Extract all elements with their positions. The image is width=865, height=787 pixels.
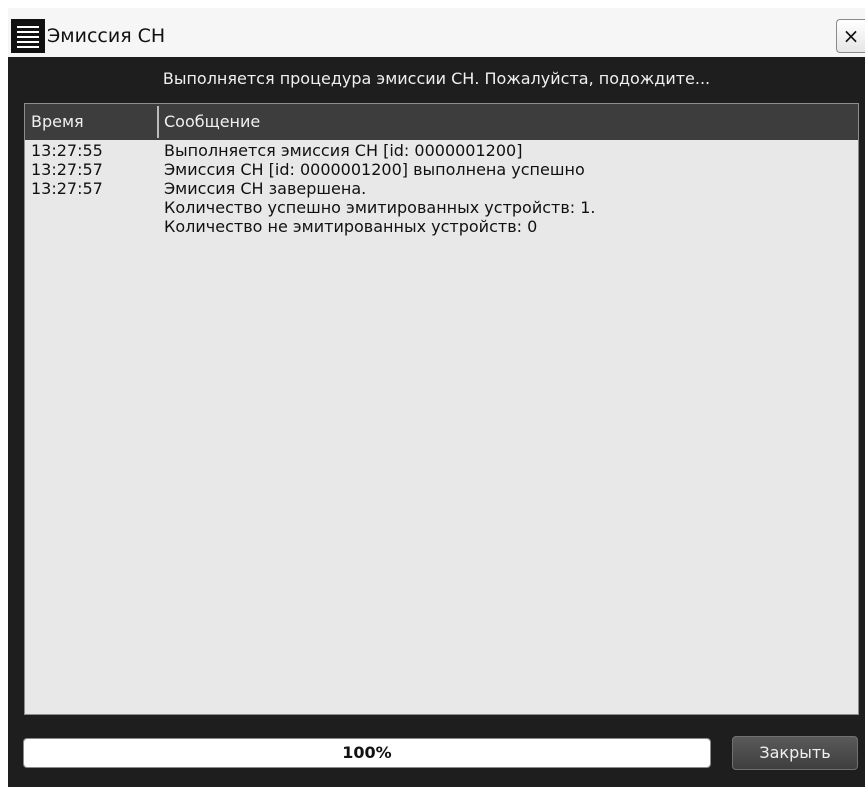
column-divider[interactable] xyxy=(157,106,159,138)
table-row[interactable]: 13:27:57 Эмиссия СН [id: 0000001200] вып… xyxy=(25,160,858,179)
window-title: Эмиссия СН xyxy=(47,25,166,47)
column-header-time[interactable]: Время xyxy=(31,104,84,140)
row-time: 13:27:57 xyxy=(31,160,103,179)
column-header-message[interactable]: Сообщение xyxy=(164,104,260,140)
log-rows: 13:27:55 Выполняется эмиссия СН [id: 000… xyxy=(25,141,858,236)
row-time: 13:27:57 xyxy=(31,179,103,198)
progress-bar: 100% xyxy=(23,738,711,768)
status-message: Выполняется процедура эмиссии СН. Пожалу… xyxy=(162,69,711,88)
row-message: Выполняется эмиссия СН [id: 0000001200] xyxy=(164,141,523,160)
log-table: Время Сообщение 13:27:55 Выполняется эми… xyxy=(24,103,859,715)
table-row[interactable]: 13:27:55 Выполняется эмиссия СН [id: 000… xyxy=(25,141,858,160)
table-row[interactable]: 13:27:57 Эмиссия СН завершена. Количеств… xyxy=(25,179,858,236)
close-button[interactable]: Закрыть xyxy=(732,736,858,770)
log-table-header: Время Сообщение xyxy=(25,104,858,140)
close-icon[interactable]: × xyxy=(836,19,865,53)
row-message: Эмиссия СН [id: 0000001200] выполнена ус… xyxy=(164,160,585,179)
progress-label: 100% xyxy=(342,743,392,762)
row-time: 13:27:55 xyxy=(31,141,103,160)
hamburger-menu-icon[interactable] xyxy=(11,19,45,53)
emission-dialog: Эмиссия СН × Выполняется процедура эмисс… xyxy=(8,8,865,787)
row-message: Эмиссия СН завершена. Количество успешно… xyxy=(164,179,596,236)
title-bar: Эмиссия СН × xyxy=(8,8,865,57)
